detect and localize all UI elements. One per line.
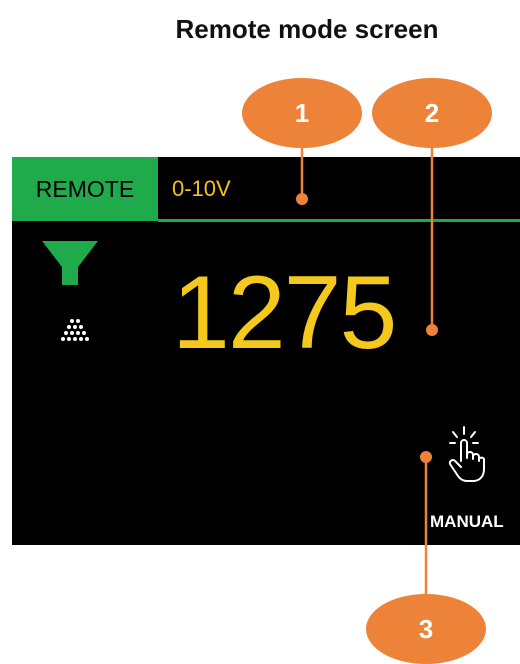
callout-1: 1	[242, 78, 362, 148]
callout-1-number: 1	[294, 97, 310, 128]
callout-3-number: 3	[418, 613, 434, 644]
callout-2: 2	[372, 78, 492, 148]
callout-3: 3	[366, 594, 486, 664]
callout-2-number: 2	[424, 97, 440, 128]
